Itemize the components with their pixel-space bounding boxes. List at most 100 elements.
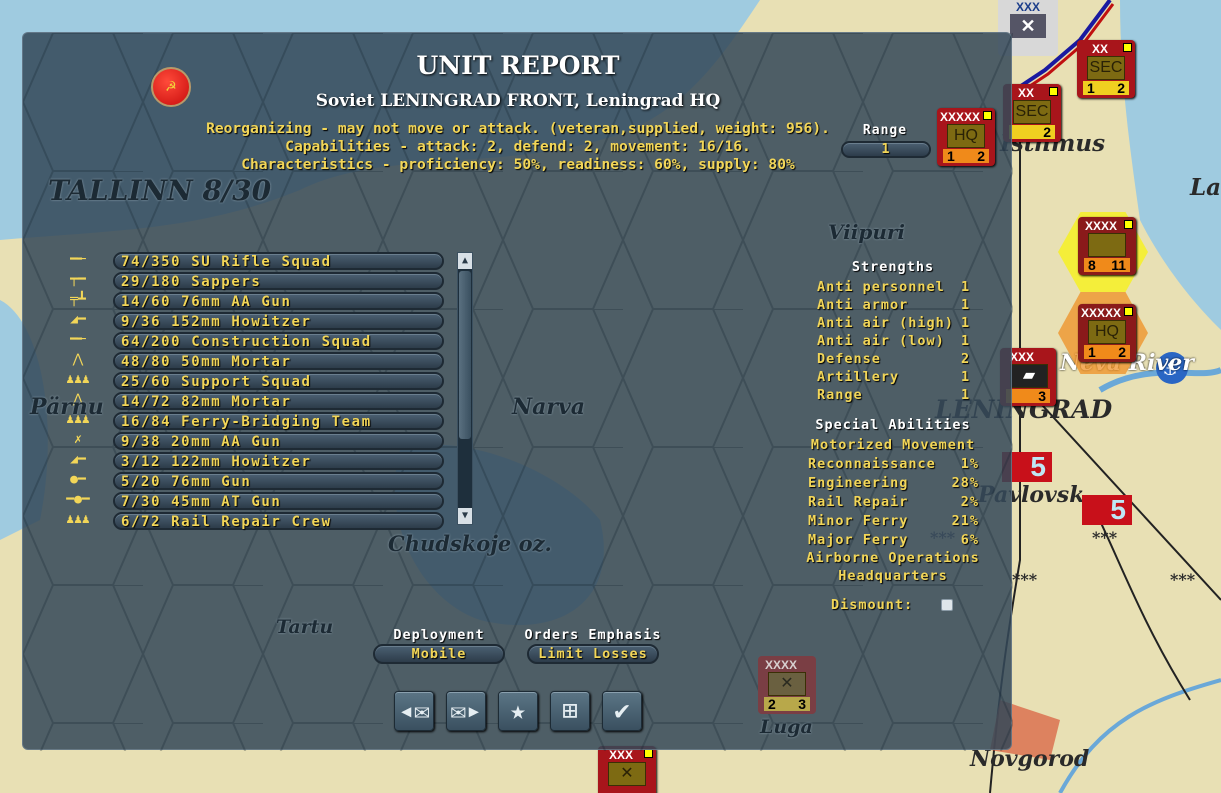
squad-row[interactable]: 9/38 20mm AA Gun — [113, 432, 444, 450]
counter-symbol: SEC — [1087, 56, 1125, 80]
counter-echelon: XXXXX — [939, 110, 981, 124]
map-label-viipuri: Viipuri — [828, 220, 906, 244]
counter-attack: 1 — [947, 148, 955, 164]
tank-icon: ▰ — [1010, 364, 1048, 388]
envelope-right-icon: ✉▸ — [450, 696, 482, 726]
squad-row[interactable]: 14/72 82mm Mortar — [113, 392, 444, 410]
smg-icon: ┯━ — [70, 272, 86, 287]
next-unit-button[interactable]: ✉▸ — [446, 691, 486, 731]
counter-symbol — [1088, 233, 1126, 257]
infantry-icon: ✕ — [768, 672, 806, 696]
strength-value: 1 — [961, 333, 971, 349]
scroll-up-button[interactable]: ▲ — [458, 253, 472, 269]
strength-value: 1 — [961, 297, 971, 313]
characteristics-line: Characteristics - proficiency: 50%, read… — [241, 156, 795, 173]
commander-button[interactable]: ★ — [498, 691, 538, 731]
unit-name: Soviet LENINGRAD FRONT, Leningrad HQ — [315, 91, 721, 111]
squad-row[interactable]: 16/84 Ferry-Bridging Team — [113, 412, 444, 430]
ability-value: 21% — [951, 513, 979, 529]
dismount-label: Dismount: — [831, 597, 914, 613]
counter-echelon: XXXX — [764, 658, 797, 672]
fortification-stars: *** — [1170, 570, 1196, 589]
orders-emphasis-select[interactable]: Limit Losses — [527, 644, 659, 664]
map-label-chudskoje: Chudskoje oz. — [388, 531, 552, 556]
field-gun-icon: ●━ — [70, 472, 86, 487]
squad-row[interactable]: 9/36 152mm Howitzer — [113, 312, 444, 330]
fortification-stars: *** — [1092, 528, 1118, 547]
strength-label: Range — [817, 387, 863, 403]
dialog-title: UNIT REPORT — [416, 51, 620, 80]
map-label-la: La — [1190, 174, 1221, 201]
strength-label: Anti air (low) — [817, 333, 945, 349]
ok-button[interactable]: ✔ — [602, 691, 642, 731]
deployment-select[interactable]: Mobile — [373, 644, 505, 664]
counter-defense: 2 — [1118, 344, 1126, 360]
counter-attack: 2 — [768, 696, 776, 712]
fortification-stars: *** — [1012, 570, 1038, 589]
envelope-left-icon: ◂✉ — [398, 696, 430, 726]
map-label-luga: Luga — [760, 716, 813, 738]
mortar-icon: ⋀ — [72, 352, 84, 367]
scroll-down-button[interactable]: ▼ — [458, 508, 472, 524]
light-aa-icon: ✗ — [74, 432, 82, 447]
map-label-tartu: Tartu — [276, 616, 334, 638]
unit-counter-hq[interactable]: XXXXX HQ 1 2 — [937, 108, 995, 166]
strength-label: Artillery — [817, 369, 900, 385]
unit-counter-corps[interactable]: XXX ✕ — [598, 746, 656, 793]
counter-symbol: SEC — [1013, 100, 1051, 124]
deployment-label: Deployment — [393, 627, 485, 643]
counter-defense: 3 — [798, 696, 806, 712]
scrollbar-thumb[interactable] — [459, 271, 471, 439]
strength-value: 1 — [961, 387, 971, 403]
squad-row[interactable]: 3/12 122mm Howitzer — [113, 452, 444, 470]
ability-label: Reconnaissance — [808, 456, 936, 472]
squad-row[interactable]: 64/200 Construction Squad — [113, 332, 444, 350]
range-value[interactable]: 1 — [841, 141, 931, 158]
dismount-checkbox[interactable] — [941, 599, 953, 611]
counter-defense: 2 — [1043, 124, 1051, 140]
rifle-icon: ━╾ — [70, 332, 86, 347]
range-label: Range — [862, 123, 908, 138]
strengths-heading: Strengths — [851, 259, 935, 275]
counter-symbol: HQ — [1088, 320, 1126, 344]
strength-value: 1 — [961, 369, 971, 385]
support-icon: ♟♟♟ — [66, 372, 90, 387]
map-label-parnu: Pärnu — [30, 394, 104, 420]
squad-list-scrollbar[interactable]: ▲ ▼ — [457, 252, 473, 525]
previous-unit-button[interactable]: ◂✉ — [394, 691, 434, 731]
map-label-tallinn: TALLINN 8/30 — [48, 174, 272, 207]
special-abilities-heading: Special Abilities — [815, 417, 971, 433]
strength-label: Anti armor — [817, 297, 909, 313]
counter-defense: 11 — [1111, 257, 1126, 273]
unit-report-dialog: ☭ UNIT REPORT Soviet LENINGRAD FRONT, Le… — [22, 32, 1013, 751]
ability-value: 1% — [960, 456, 979, 472]
ability-value: 28% — [951, 475, 979, 491]
victory-point-marker: 5 — [1082, 495, 1132, 525]
counter-echelon: XXXXX — [1080, 306, 1122, 320]
counter-defense: 2 — [977, 148, 985, 164]
squad-row[interactable]: 14/60 76mm AA Gun — [113, 292, 444, 310]
counter-attack: 1 — [1087, 80, 1095, 96]
unit-counter-front-hq[interactable]: XXXXX HQ 1 2 — [1078, 304, 1136, 362]
squad-row[interactable]: 74/350 SU Rifle Squad — [113, 252, 444, 270]
counter-symbol: HQ — [947, 124, 985, 148]
squad-row[interactable]: 5/20 76mm Gun — [113, 472, 444, 490]
unit-counter-sec[interactable]: XX SEC 1 2 — [1077, 40, 1135, 98]
squad-row[interactable]: 25/60 Support Squad — [113, 372, 444, 390]
squad-row[interactable]: 6/72 Rail Repair Crew — [113, 512, 444, 530]
unit-counter-army[interactable]: XXXX ✕ 2 3 — [758, 656, 816, 714]
squad-row[interactable]: 29/180 Sappers — [113, 272, 444, 290]
counter-attack: 1 — [1088, 344, 1096, 360]
strength-label: Anti personnel — [817, 279, 945, 295]
infantry-icon: ✕ — [608, 762, 646, 786]
chain-of-command-button[interactable]: ⊞ — [550, 691, 590, 731]
squad-row[interactable]: 48/80 50mm Mortar — [113, 352, 444, 370]
strength-label: Defense — [817, 351, 881, 367]
squad-row[interactable]: 7/30 45mm AT Gun — [113, 492, 444, 510]
counter-echelon: XX — [1091, 42, 1108, 56]
ability-label: Rail Repair — [808, 494, 909, 510]
strength-value: 1 — [961, 315, 971, 331]
counter-defense: 2 — [1117, 80, 1125, 96]
unit-counter-army-selected[interactable]: XXXX 8 11 — [1078, 217, 1136, 275]
ability-motorized-movement: Motorized Movement — [810, 437, 976, 453]
